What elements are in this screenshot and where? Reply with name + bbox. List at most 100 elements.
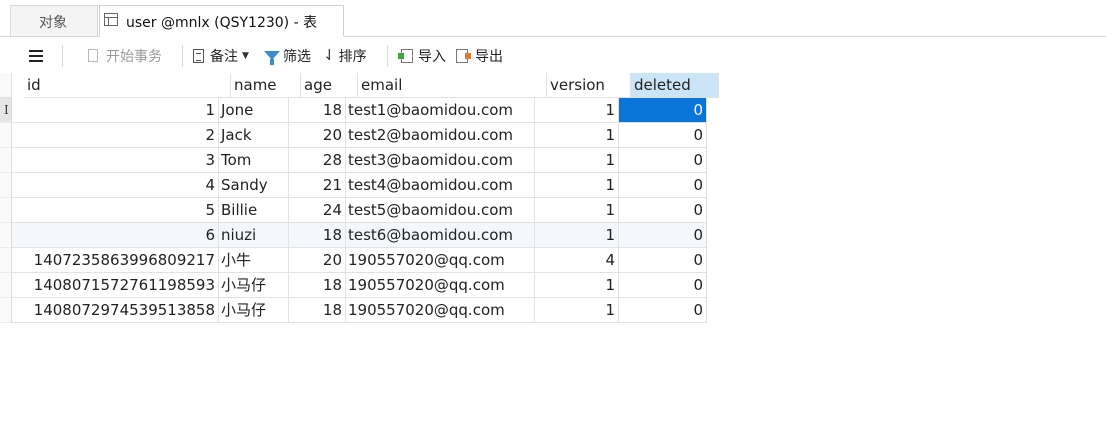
- cell-email[interactable]: 190557020@qq.com: [346, 273, 535, 298]
- cell-email[interactable]: 190557020@qq.com: [346, 248, 535, 273]
- begin-transaction-label: 开始事务: [106, 48, 162, 65]
- current-row-marker: I: [4, 103, 9, 117]
- cell-id[interactable]: 1408072974539513858: [12, 298, 219, 323]
- row-gutter[interactable]: [0, 298, 12, 323]
- sort-button[interactable]: ⇃ 排序: [323, 37, 367, 74]
- column-header-id[interactable]: id: [24, 73, 231, 98]
- cell-version[interactable]: 1: [535, 198, 619, 223]
- cell-email[interactable]: test1@baomidou.com: [346, 98, 535, 123]
- cell-deleted[interactable]: 0: [619, 123, 707, 148]
- cell-name[interactable]: niuzi: [219, 223, 289, 248]
- cell-id[interactable]: 1407235863996809217: [12, 248, 219, 273]
- export-button[interactable]: 导出: [456, 37, 503, 74]
- table-icon: [104, 13, 118, 26]
- row-gutter[interactable]: [0, 273, 12, 298]
- cell-deleted[interactable]: 0: [619, 148, 707, 173]
- cell-name[interactable]: Billie: [219, 198, 289, 223]
- cell-version[interactable]: 1: [535, 223, 619, 248]
- begin-transaction-button[interactable]: 开始事务: [88, 37, 162, 74]
- menu-button[interactable]: [24, 37, 48, 74]
- cell-version[interactable]: 4: [535, 248, 619, 273]
- chevron-down-icon[interactable]: ▼: [242, 51, 249, 61]
- cell-deleted[interactable]: 0: [619, 223, 707, 248]
- cell-name[interactable]: 小牛: [219, 248, 289, 273]
- header-gutter: [0, 73, 12, 98]
- cell-deleted[interactable]: 0: [619, 98, 707, 123]
- cell-id[interactable]: 2: [12, 123, 219, 148]
- cell-id[interactable]: 5: [12, 198, 219, 223]
- column-header-age[interactable]: age: [301, 73, 358, 98]
- row-gutter[interactable]: [0, 223, 12, 248]
- toolbar: 开始事务 备注 ▼ 筛选 ⇃ 排序 导入 导出: [0, 37, 1106, 74]
- tab-bar: 对象 user @mnlx (QSY1230) - 表: [0, 0, 1106, 37]
- import-button[interactable]: 导入: [397, 37, 446, 74]
- cell-id[interactable]: 4: [12, 173, 219, 198]
- transaction-icon: [88, 49, 98, 62]
- export-label: 导出: [475, 48, 503, 65]
- cell-email[interactable]: test2@baomidou.com: [346, 123, 535, 148]
- import-icon: [398, 48, 413, 63]
- cell-deleted[interactable]: 0: [619, 198, 707, 223]
- cell-version[interactable]: 1: [535, 123, 619, 148]
- column-header-version[interactable]: version: [547, 73, 631, 98]
- cell-age[interactable]: 20: [289, 123, 346, 148]
- cell-age[interactable]: 18: [289, 273, 346, 298]
- toolbar-divider: [387, 45, 388, 67]
- cell-version[interactable]: 1: [535, 273, 619, 298]
- cell-name[interactable]: Sandy: [219, 173, 289, 198]
- cell-age[interactable]: 24: [289, 198, 346, 223]
- tab-user-table[interactable]: user @mnlx (QSY1230) - 表: [99, 5, 344, 37]
- cell-name[interactable]: 小马仔: [219, 298, 289, 323]
- tab-objects-label: 对象: [39, 15, 67, 31]
- cell-email[interactable]: test3@baomidou.com: [346, 148, 535, 173]
- filter-button[interactable]: 筛选: [264, 37, 311, 74]
- cell-age[interactable]: 18: [289, 223, 346, 248]
- cell-version[interactable]: 1: [535, 173, 619, 198]
- hamburger-icon: [29, 49, 43, 62]
- column-header-email[interactable]: email: [358, 73, 547, 98]
- cell-deleted[interactable]: 0: [619, 248, 707, 273]
- cell-version[interactable]: 1: [535, 298, 619, 323]
- cell-email[interactable]: test6@baomidou.com: [346, 223, 535, 248]
- sort-icon: ⇃: [323, 46, 336, 64]
- sort-label: 排序: [338, 48, 367, 65]
- cell-deleted[interactable]: 0: [619, 273, 707, 298]
- tab-objects[interactable]: 对象: [10, 5, 98, 36]
- cell-email[interactable]: 190557020@qq.com: [346, 298, 535, 323]
- cell-age[interactable]: 20: [289, 248, 346, 273]
- column-header-name[interactable]: name: [231, 73, 301, 98]
- cell-name[interactable]: Jone: [219, 98, 289, 123]
- cell-name[interactable]: Tom: [219, 148, 289, 173]
- cell-id[interactable]: 3: [12, 148, 219, 173]
- cell-email[interactable]: test4@baomidou.com: [346, 173, 535, 198]
- cell-id[interactable]: 1408071572761198593: [12, 273, 219, 298]
- tab-user-table-label: user @mnlx (QSY1230) - 表: [126, 15, 318, 31]
- note-button[interactable]: 备注 ▼: [193, 37, 249, 74]
- cell-version[interactable]: 1: [535, 98, 619, 123]
- cell-email[interactable]: test5@baomidou.com: [346, 198, 535, 223]
- cell-id[interactable]: 1: [12, 98, 219, 123]
- import-label: 导入: [418, 48, 446, 65]
- cell-version[interactable]: 1: [535, 148, 619, 173]
- cell-age[interactable]: 21: [289, 173, 346, 198]
- filter-icon: [264, 51, 280, 65]
- row-gutter[interactable]: [0, 198, 12, 223]
- cell-age[interactable]: 18: [289, 98, 346, 123]
- cell-age[interactable]: 28: [289, 148, 346, 173]
- row-gutter[interactable]: [0, 148, 12, 173]
- cell-id[interactable]: 6: [12, 223, 219, 248]
- filter-label: 筛选: [283, 48, 311, 65]
- cell-age[interactable]: 18: [289, 298, 346, 323]
- row-gutter[interactable]: I: [0, 98, 12, 123]
- cell-name[interactable]: 小马仔: [219, 273, 289, 298]
- column-header-deleted[interactable]: deleted: [631, 73, 719, 98]
- note-label: 备注: [210, 48, 238, 65]
- row-gutter[interactable]: [0, 123, 12, 148]
- cell-name[interactable]: Jack: [219, 123, 289, 148]
- row-gutter[interactable]: [0, 248, 12, 273]
- toolbar-divider: [182, 45, 183, 67]
- cell-deleted[interactable]: 0: [619, 173, 707, 198]
- cell-deleted[interactable]: 0: [619, 298, 707, 323]
- export-icon: [456, 48, 471, 63]
- row-gutter[interactable]: [0, 173, 12, 198]
